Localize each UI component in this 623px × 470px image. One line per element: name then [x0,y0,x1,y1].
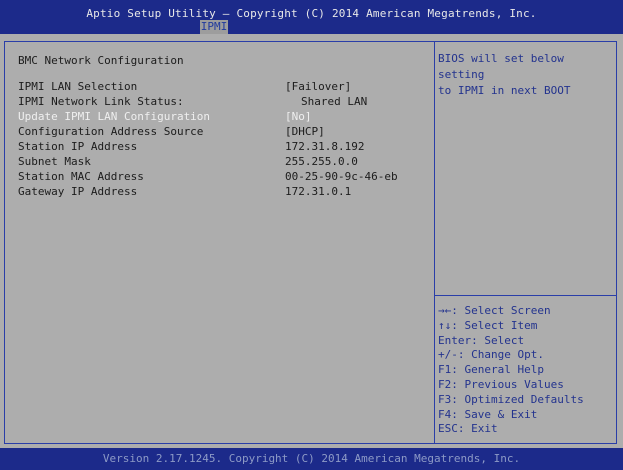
key-save-exit: F4: Save & Exit [438,407,538,421]
help-text: BIOS will set below setting to IPMI in n… [438,51,616,99]
tab-ipmi[interactable]: IPMI [200,20,228,34]
key-select-screen: →←: Select Screen [438,304,551,317]
setting-update-ipmi-lan-configuration[interactable]: Update IPMI LAN Configuration [No] [18,110,418,124]
setting-label: Configuration Address Source [18,125,204,138]
setting-label: Station MAC Address [18,170,144,183]
key-change-opt: +/-: Change Opt. [438,348,544,362]
setting-station-mac-address: Station MAC Address 00-25-90-9c-46-eb [18,170,418,184]
key-enter-select: Enter: Select [438,333,525,347]
setting-subnet-mask: Subnet Mask 255.255.0.0 [18,155,418,169]
setting-value: 172.31.8.192 [285,140,365,153]
main-frame: BMC Network Configuration IPMI LAN Selec… [4,41,617,444]
key-general-help: F1: General Help [438,363,544,377]
section-title: BMC Network Configuration [18,54,184,67]
setting-label: IPMI LAN Selection [18,80,138,93]
header-bar: Aptio Setup Utility – Copyright (C) 2014… [0,0,623,34]
setting-label: Subnet Mask [18,155,91,168]
help-text-line: BIOS will set below setting [438,52,564,81]
setting-value: 255.255.0.0 [285,155,358,168]
app-title: Aptio Setup Utility – Copyright (C) 2014… [86,7,537,20]
setting-label: Station IP Address [18,140,138,153]
help-divider [435,295,617,296]
key-optimized-defaults: F3: Optimized Defaults [438,392,584,406]
footer-bar: Version 2.17.1245. Copyright (C) 2014 Am… [0,448,623,470]
vertical-divider [434,42,435,443]
setting-gateway-ip-address: Gateway IP Address 172.31.0.1 [18,185,418,199]
setting-value: 172.31.0.1 [285,185,352,198]
setting-configuration-address-source[interactable]: Configuration Address Source [DHCP] [18,125,418,139]
setting-value[interactable]: [No] [285,110,312,123]
setting-value: 00-25-90-9c-46-eb [285,170,398,183]
key-legend: →←: Select Screen ↑↓: Select Item Enter:… [438,304,616,437]
key-esc-exit: ESC: Exit [438,422,498,436]
setting-label: Gateway IP Address [18,185,138,198]
setting-station-ip-address: Station IP Address 172.31.8.192 [18,140,418,154]
setting-label: IPMI Network Link Status: [18,95,184,108]
setting-value[interactable]: [Failover] [285,80,351,93]
setting-label: Update IPMI LAN Configuration [18,110,211,123]
key-select-item: ↑↓: Select Item [438,318,538,332]
key-previous-values: F2: Previous Values [438,377,564,391]
setting-value[interactable]: [DHCP] [285,125,325,138]
setting-ipmi-network-link-status: IPMI Network Link Status: Shared LAN [18,95,418,109]
footer-version: Version 2.17.1245. Copyright (C) 2014 Am… [102,452,521,465]
help-text-line: to IPMI in next BOOT [438,84,571,97]
setting-ipmi-lan-selection[interactable]: IPMI LAN Selection [Failover] [18,80,418,94]
setting-value: Shared LAN [301,95,368,108]
